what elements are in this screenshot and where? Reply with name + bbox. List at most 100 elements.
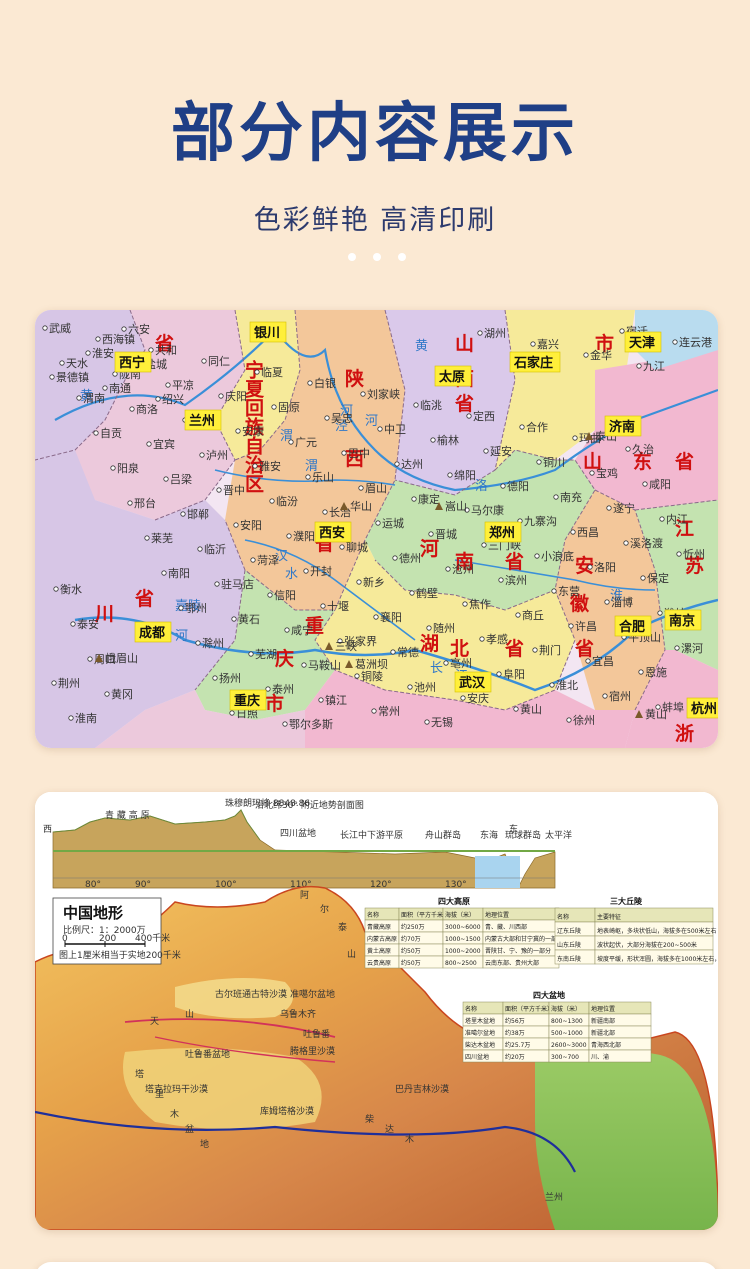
- city-name: 随州: [433, 621, 455, 635]
- table-value: 约25.7万: [505, 1041, 530, 1049]
- city-name: 咸阳: [649, 478, 671, 491]
- table-value: 黄土高原: [367, 947, 391, 955]
- landmark-name: 黄山: [645, 707, 667, 721]
- table-header: 地理位置: [485, 911, 509, 919]
- city-name: 溪洛渡: [630, 536, 663, 550]
- city-dot: [602, 693, 608, 699]
- profile-peak: 珠穆朗玛峰 8848.86: [225, 797, 310, 809]
- city-name: 商洛: [136, 402, 158, 416]
- capital-city-label: 南京: [664, 609, 702, 631]
- profile-region: 青 藏 高 原: [105, 809, 150, 821]
- city-dot: [51, 680, 57, 686]
- city-name: 焦作: [469, 598, 491, 611]
- table-header: 名称: [367, 911, 379, 919]
- capital-city-label: 太原: [434, 365, 472, 387]
- city-name: 刘家峡: [367, 387, 400, 401]
- terrain-label: 山: [347, 949, 356, 960]
- terrain-map: 沿北纬30° 附近地势剖面图 青 藏 高 原四川盆地 长江中下游平原 舟山群岛 东海琉…: [35, 792, 718, 1230]
- pagination-dots: [348, 253, 418, 263]
- scale-tick: 400千米: [135, 932, 170, 944]
- city-dot: [496, 671, 502, 677]
- city-name: 洛阳: [594, 560, 616, 574]
- table-title: 三大丘陵: [610, 896, 643, 906]
- city-name: 商丘: [522, 608, 544, 622]
- city-dot: [430, 437, 436, 443]
- political-map: 省陕西省山西省河南省湖北省山东省安徽省江苏川省重庆市浙宁夏回族自治区市 黄河渭河…: [35, 310, 718, 748]
- capital-name: 太原: [438, 369, 465, 385]
- terrain-label: 吐鲁番: [303, 1028, 330, 1040]
- capital-name: 天津: [629, 335, 655, 351]
- table-value: 1000~1500: [445, 936, 481, 943]
- city-dot: [373, 614, 379, 620]
- city-name: 安康: [242, 424, 264, 438]
- city-dot: [375, 520, 381, 526]
- city-name: 安庆: [467, 691, 489, 705]
- city-name: 许昌: [575, 620, 597, 633]
- province-name: 省: [674, 451, 694, 473]
- capital-city-label: 武汉: [454, 671, 492, 693]
- page-title: 部分内容展示: [171, 97, 579, 171]
- city-name: 荆州: [58, 677, 80, 690]
- capital-city-label: 石家庄: [509, 351, 561, 373]
- city-label: 小浪底: [534, 549, 574, 563]
- city-name: 襄阳: [380, 610, 402, 624]
- longitude-tick: 80°: [85, 880, 101, 890]
- city-dot: [282, 721, 288, 727]
- city-name: 黄山: [520, 702, 542, 716]
- city-dot: [248, 651, 254, 657]
- table-value: 坡度平缓，形状浑圆，海拔多在1000米左右，相对高度在200~1000米: [597, 955, 718, 963]
- table-value: 约38万: [505, 1029, 525, 1037]
- city-name: 南充: [560, 490, 582, 504]
- city-dot: [339, 544, 345, 550]
- city-dot: [199, 452, 205, 458]
- city-dot: [479, 636, 485, 642]
- city-dot: [460, 695, 466, 701]
- city-dot: [606, 505, 612, 511]
- table-value: 辽东丘陵: [557, 927, 581, 935]
- city-name: 保定: [647, 571, 669, 585]
- city-name: 中卫: [384, 423, 406, 436]
- city-name: 邢台: [134, 496, 156, 510]
- city-name: 安阳: [240, 518, 262, 532]
- table-value: 晋陕甘、宁、豫的一部分: [485, 947, 551, 955]
- city-name: 阳泉: [117, 461, 139, 475]
- terrain-label: 山: [185, 1009, 194, 1020]
- city-name: 铜川: [543, 455, 565, 469]
- city-name: 合作: [526, 420, 548, 434]
- city-dot: [625, 446, 631, 452]
- city-name: 泰州: [272, 682, 294, 696]
- city-name: 九江: [643, 360, 665, 373]
- city-name: 武威: [49, 322, 71, 335]
- city-dot: [394, 461, 400, 467]
- city-dot: [354, 673, 360, 679]
- city-dot: [358, 485, 364, 491]
- city-dot: [500, 483, 506, 489]
- province-name: 省: [574, 638, 594, 660]
- city-dot: [623, 540, 629, 546]
- city-name: 久治: [632, 442, 654, 456]
- city-dot: [638, 669, 644, 675]
- city-dot: [121, 326, 127, 332]
- province-name: 庆: [275, 647, 294, 670]
- city-name: 孝感: [486, 633, 508, 646]
- table-value: 2600~3000: [551, 1042, 587, 1049]
- terrain-label: 尔: [320, 903, 329, 915]
- capital-name: 郑州: [489, 525, 515, 541]
- city-name: 衡水: [60, 583, 82, 596]
- city-dot: [216, 487, 222, 493]
- city-dot: [390, 649, 396, 655]
- city-name: 吴忠: [331, 412, 353, 425]
- city-dot: [583, 352, 589, 358]
- landmark-name: 华山: [350, 499, 372, 513]
- city-dot: [229, 710, 235, 716]
- city-name: 马尔康: [471, 503, 504, 517]
- city-dot: [413, 402, 419, 408]
- city-dot: [392, 555, 398, 561]
- city-dot: [305, 474, 311, 480]
- city-dot: [566, 717, 572, 723]
- city-dot: [570, 529, 576, 535]
- table-header: 海拔（米）: [551, 1005, 581, 1013]
- landmark-name: 葛洲坝: [355, 657, 388, 671]
- city-name: 乐山: [312, 471, 334, 484]
- city-name: 沧州: [452, 562, 474, 576]
